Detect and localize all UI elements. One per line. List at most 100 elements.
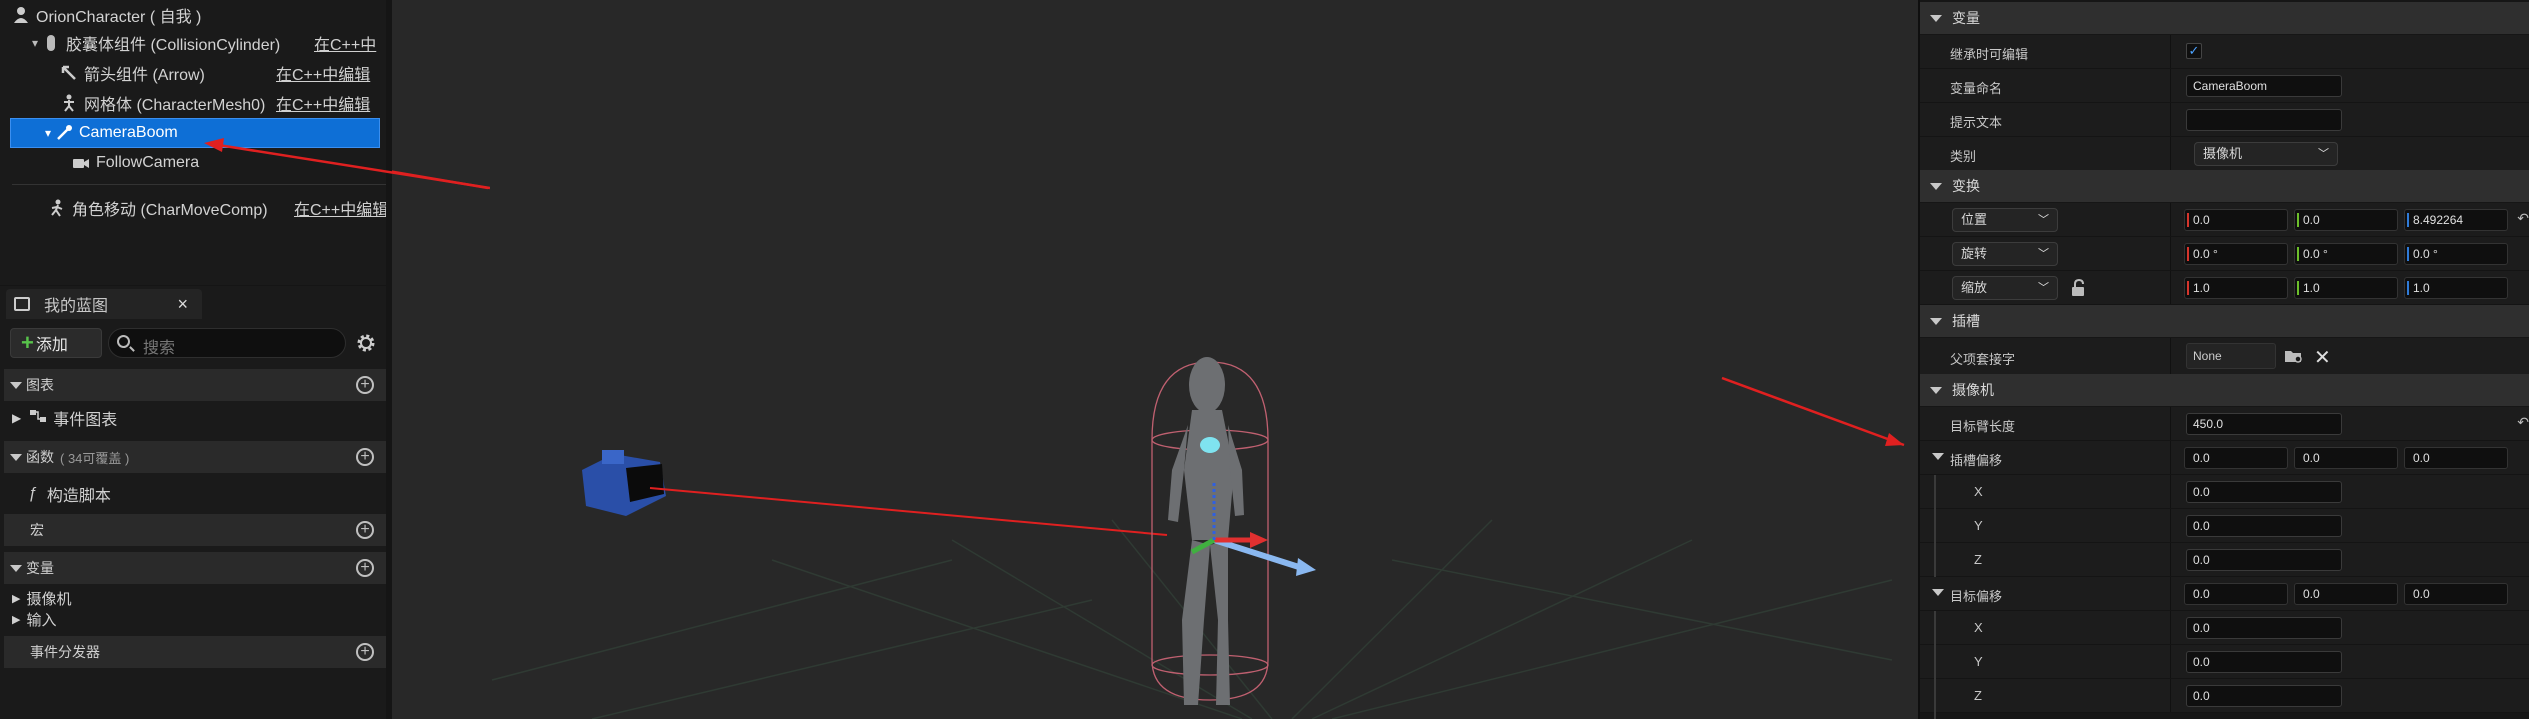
tree-item-label: FollowCamera bbox=[96, 154, 200, 171]
socket-offset-y-input[interactable]: 0.0 bbox=[2186, 515, 2342, 537]
chevron-down-icon: ﹀ bbox=[2038, 282, 2049, 294]
variable-name-input[interactable]: CameraBoom bbox=[2186, 75, 2342, 97]
edit-in-cpp-link[interactable]: 在C++中编辑 bbox=[276, 61, 370, 85]
tree-item-label: 网格体 (CharacterMesh0) bbox=[84, 97, 266, 114]
clear-icon[interactable]: ✕ bbox=[2314, 345, 2331, 370]
arrow-component-icon bbox=[60, 64, 78, 82]
location-x-field[interactable]: 0.0 bbox=[2184, 209, 2288, 231]
rotation-y-field[interactable]: 0.0 ° bbox=[2294, 243, 2398, 265]
rotation-mode-select[interactable]: 旋转 ﹀ bbox=[1952, 242, 2058, 266]
chevron-down-icon[interactable] bbox=[1932, 453, 1944, 460]
arm-length-input[interactable]: 450.0 bbox=[2186, 413, 2342, 435]
section-graphs[interactable]: 图表 + bbox=[4, 369, 386, 401]
location-mode-select[interactable]: 位置 ﹀ bbox=[1952, 208, 2058, 232]
event-graph-icon bbox=[29, 408, 47, 429]
row-editable: 继承时可编辑 ✓ bbox=[1920, 35, 2529, 69]
section-sockets[interactable]: 插槽 bbox=[1920, 305, 2529, 337]
viewport[interactable] bbox=[392, 0, 1918, 719]
section-label: 变量 bbox=[26, 560, 54, 576]
close-icon[interactable]: × bbox=[177, 294, 188, 315]
category-select[interactable]: 摄像机 ﹀ bbox=[2194, 142, 2338, 166]
add-function-icon[interactable]: + bbox=[356, 448, 374, 466]
list-item-construction-script[interactable]: ƒ 构造脚本 bbox=[4, 480, 111, 508]
checkbox-editable[interactable]: ✓ bbox=[2186, 43, 2202, 59]
tab-my-blueprint[interactable]: 我的蓝图 × bbox=[6, 289, 202, 319]
target-offset-z-summary[interactable]: 0.0 bbox=[2404, 583, 2508, 605]
list-item-label: 构造脚本 bbox=[46, 488, 111, 505]
add-variable-icon[interactable]: + bbox=[356, 559, 374, 577]
chevron-right-icon: ▶ bbox=[12, 613, 21, 626]
add-dispatcher-icon[interactable]: + bbox=[356, 643, 374, 661]
add-graph-icon[interactable]: + bbox=[356, 376, 374, 394]
reset-arrow-icon[interactable]: ↶ bbox=[2517, 210, 2529, 227]
reset-arrow-icon[interactable]: ↶ bbox=[2517, 414, 2529, 431]
add-button[interactable]: + 添加 bbox=[10, 328, 102, 358]
scale-x-field[interactable]: 1.0 bbox=[2184, 277, 2288, 299]
row-label: Z bbox=[1974, 552, 1982, 567]
section-note: ( 34可覆盖 ) bbox=[60, 450, 130, 466]
section-label: 变换 bbox=[1952, 178, 1980, 194]
tooltip-input[interactable] bbox=[2186, 109, 2342, 131]
section-camera[interactable]: 摄像机 bbox=[1920, 374, 2529, 406]
rotation-z-field[interactable]: 0.0 ° bbox=[2404, 243, 2508, 265]
tree-item-root[interactable]: OrionCharacter ( 自我 ) bbox=[0, 0, 386, 30]
chevron-down-icon[interactable]: ▾ bbox=[28, 36, 42, 50]
target-offset-x-summary[interactable]: 0.0 bbox=[2184, 583, 2288, 605]
target-offset-z-input[interactable]: 0.0 bbox=[2186, 685, 2342, 707]
movement-icon bbox=[48, 199, 66, 217]
section-label: 事件分发器 bbox=[30, 644, 100, 660]
scale-z-field[interactable]: 1.0 bbox=[2404, 277, 2508, 299]
socket-offset-x-input[interactable]: 0.0 bbox=[2186, 481, 2342, 503]
edit-in-cpp-link[interactable]: 在C++中编辑 bbox=[294, 196, 386, 220]
camera-mesh bbox=[582, 450, 666, 516]
tree-item-arrow[interactable]: 箭头组件 (Arrow) 在C++中编辑 bbox=[0, 58, 386, 88]
row-target-offset-y: Y 0.0 bbox=[1920, 645, 2529, 679]
scale-y-field[interactable]: 1.0 bbox=[2294, 277, 2398, 299]
parent-socket-value[interactable]: None bbox=[2186, 343, 2276, 369]
socket-offset-x-summary[interactable]: 0.0 bbox=[2184, 447, 2288, 469]
location-z-field[interactable]: 8.492264 bbox=[2404, 209, 2508, 231]
edit-in-cpp-link[interactable]: 在C++中编辑 bbox=[276, 91, 370, 115]
tree-item-label: 箭头组件 (Arrow) bbox=[84, 67, 205, 84]
list-item-var-input[interactable]: ▶ 输入 bbox=[4, 605, 56, 633]
add-macro-icon[interactable]: + bbox=[356, 521, 374, 539]
row-label: Y bbox=[1974, 654, 1983, 669]
socket-offset-z-summary[interactable]: 0.0 bbox=[2404, 447, 2508, 469]
row-label: 父项套接字 bbox=[1950, 352, 2016, 367]
socket-offset-z-input[interactable]: 0.0 bbox=[2186, 549, 2342, 571]
section-transform[interactable]: 变换 bbox=[1920, 170, 2529, 202]
tree-item-capsule[interactable]: ▾ 胶囊体组件 (CollisionCylinder) 在C++中 bbox=[0, 28, 386, 58]
edit-in-cpp-link[interactable]: 在C++中 bbox=[314, 31, 376, 55]
chevron-down-icon[interactable]: ▾ bbox=[41, 126, 55, 140]
browse-folder-icon[interactable] bbox=[2284, 348, 2304, 367]
plus-icon: + bbox=[21, 330, 34, 355]
socket-offset-y-summary[interactable]: 0.0 bbox=[2294, 447, 2398, 469]
unlock-icon[interactable] bbox=[2070, 278, 2086, 300]
row-parent-socket: 父项套接字 None ✕ bbox=[1920, 338, 2529, 375]
list-item-event-graph[interactable]: ▶ 事件图表 bbox=[4, 404, 117, 432]
target-offset-x-input[interactable]: 0.0 bbox=[2186, 617, 2342, 639]
section-variables[interactable]: 变量 + bbox=[4, 552, 386, 584]
section-variable[interactable]: 变量 bbox=[1920, 2, 2529, 34]
tab-label: 我的蓝图 bbox=[44, 298, 109, 315]
section-event-dispatchers[interactable]: 事件分发器 + bbox=[4, 636, 386, 668]
chevron-down-icon[interactable] bbox=[1932, 589, 1944, 596]
section-macros[interactable]: 宏 + bbox=[4, 514, 386, 546]
rotation-x-field[interactable]: 0.0 ° bbox=[2184, 243, 2288, 265]
section-functions[interactable]: 函数 ( 34可覆盖 ) + bbox=[4, 441, 386, 473]
tree-item-movement[interactable]: 角色移动 (CharMoveComp) 在C++中编辑 bbox=[0, 193, 386, 223]
target-offset-y-input[interactable]: 0.0 bbox=[2186, 651, 2342, 673]
row-location: 位置 ﹀ 0.0 0.0 8.492264 ↶ bbox=[1920, 203, 2529, 237]
search-input[interactable]: 搜索 bbox=[108, 328, 346, 358]
function-icon: ƒ bbox=[28, 485, 37, 502]
scale-mode-select[interactable]: 缩放 ﹀ bbox=[1952, 276, 2058, 300]
row-category: 类别 摄像机 ﹀ bbox=[1920, 137, 2529, 171]
row-label: X bbox=[1974, 484, 1983, 499]
tree-item-label: 角色移动 (CharMoveComp) bbox=[72, 202, 268, 219]
row-socket-offset-y: Y 0.0 bbox=[1920, 509, 2529, 543]
location-y-field[interactable]: 0.0 bbox=[2294, 209, 2398, 231]
gear-icon[interactable] bbox=[354, 331, 378, 355]
search-icon-handle bbox=[129, 346, 135, 352]
tree-item-mesh[interactable]: 网格体 (CharacterMesh0) 在C++中编辑 bbox=[0, 88, 386, 118]
target-offset-y-summary[interactable]: 0.0 bbox=[2294, 583, 2398, 605]
